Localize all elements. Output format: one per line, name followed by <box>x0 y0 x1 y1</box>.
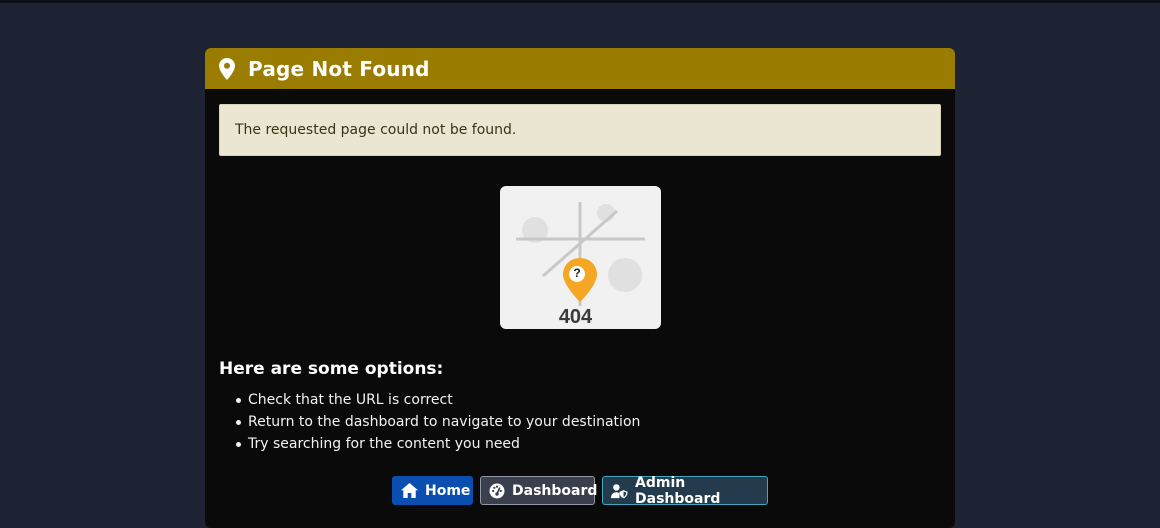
admin-dashboard-button-label: Admin Dashboard <box>635 474 721 507</box>
error-alert: The requested page could not be found. <box>219 104 941 156</box>
options-list: Check that the URL is correct Return to … <box>219 389 640 455</box>
dashboard-button-label: Dashboard <box>512 482 598 499</box>
gauge-icon <box>489 482 505 499</box>
map-marker-icon <box>219 57 235 80</box>
card-header: Page Not Found <box>205 48 955 89</box>
admin-dashboard-button[interactable]: Admin Dashboard <box>602 474 768 507</box>
not-found-illustration: ? 404 <box>500 186 661 329</box>
top-bar <box>0 0 1160 3</box>
home-button-label: Home <box>425 482 471 499</box>
alert-message: The requested page could not be found. <box>235 122 517 138</box>
error-code: 404 <box>558 306 593 328</box>
user-shield-icon <box>611 482 628 499</box>
question-marker-icon <box>563 258 597 302</box>
list-item: Check that the URL is correct <box>219 389 640 411</box>
home-icon <box>401 482 418 499</box>
home-button[interactable]: Home <box>392 476 473 505</box>
list-item: Try searching for the content you need <box>219 433 640 455</box>
list-item: Return to the dashboard to navigate to y… <box>219 411 640 433</box>
dashboard-button[interactable]: Dashboard <box>480 476 598 505</box>
options-heading: Here are some options: <box>219 359 444 379</box>
not-found-card: Page Not Found The requested page could … <box>205 48 955 528</box>
marker-label: ? <box>573 266 581 280</box>
page-title: Page Not Found <box>248 56 430 81</box>
